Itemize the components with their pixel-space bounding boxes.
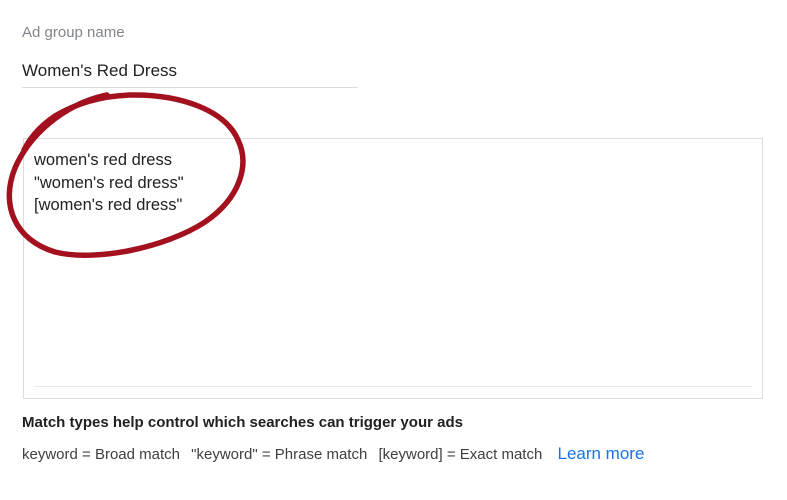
match-types-legend: keyword = Broad match "keyword" = Phrase… — [22, 444, 644, 464]
match-types-heading: Match types help control which searches … — [22, 414, 463, 431]
learn-more-link[interactable]: Learn more — [557, 444, 644, 463]
phrase-match-text: "keyword" = Phrase match — [191, 446, 368, 463]
ad-group-name-label: Ad group name — [22, 24, 125, 41]
keywords-box: women's red dress "women's red dress" [w… — [23, 138, 763, 399]
broad-match-text: keyword = Broad match — [22, 446, 180, 463]
textarea-underline — [34, 386, 752, 387]
ad-group-name-input[interactable] — [22, 55, 358, 88]
keywords-textarea[interactable]: women's red dress "women's red dress" [w… — [34, 149, 749, 379]
exact-match-text: [keyword] = Exact match — [378, 446, 543, 463]
ad-group-editor: Ad group name women's red dress "women's… — [0, 0, 787, 500]
